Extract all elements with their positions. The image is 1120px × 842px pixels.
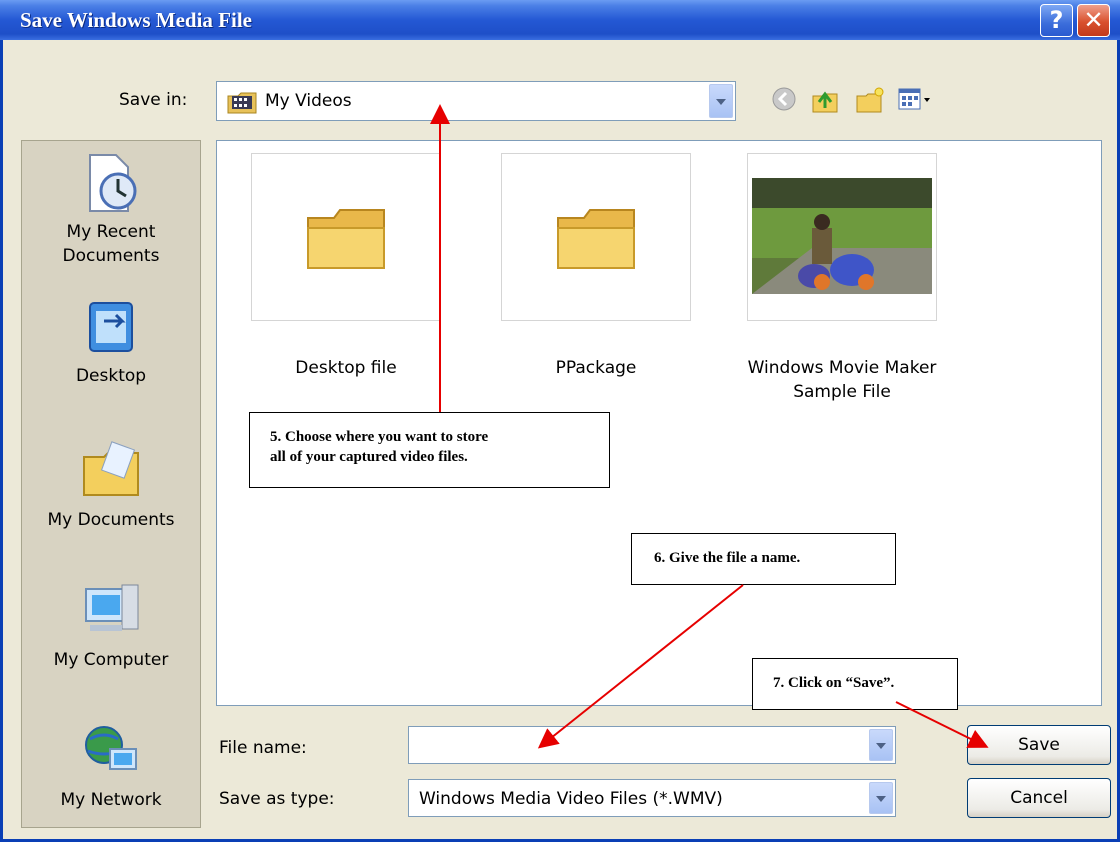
help-button[interactable]: ? xyxy=(1040,4,1073,37)
callout-step-5: 5. Choose where you want to store all of… xyxy=(249,412,610,488)
place-my-network[interactable]: My Network xyxy=(22,721,200,812)
save-as-type-label: Save as type: xyxy=(219,789,335,809)
save-button[interactable]: Save xyxy=(967,725,1111,765)
file-label-ppackage: PPackage xyxy=(555,358,637,378)
folder-item-ppackage[interactable] xyxy=(501,153,691,321)
recent-documents-icon xyxy=(78,154,144,220)
my-computer-icon xyxy=(78,584,144,648)
save-as-type-value: Windows Media Video Files (*.WMV) xyxy=(419,789,723,809)
back-icon[interactable] xyxy=(771,86,797,116)
place-my-computer[interactable]: My Computer xyxy=(22,581,200,672)
save-dialog: Save Windows Media File ? ✕ Save in: My … xyxy=(0,0,1120,842)
chevron-down-icon[interactable] xyxy=(709,84,733,118)
my-documents-icon xyxy=(78,441,144,508)
folder-item-desktop-file[interactable] xyxy=(251,153,441,321)
place-recent-documents[interactable]: My Recent Documents xyxy=(22,151,200,268)
chevron-down-icon[interactable] xyxy=(869,729,893,761)
place-label-recent: My Recent Documents xyxy=(62,222,160,266)
callout-step-7: 7. Click on “Save”. xyxy=(752,658,958,710)
file-label-sample-file: Windows Movie Maker Sample File xyxy=(747,358,937,402)
place-label-my-network: My Network xyxy=(60,790,162,810)
video-item-sample-file[interactable] xyxy=(747,153,937,321)
file-name-input[interactable] xyxy=(408,726,896,764)
title-bar[interactable]: Save Windows Media File ? ✕ xyxy=(0,0,1120,40)
file-label-desktop-file: Desktop file xyxy=(295,358,397,378)
place-label-my-documents: My Documents xyxy=(47,510,175,530)
video-thumbnail xyxy=(752,178,932,298)
save-in-label: Save in: xyxy=(119,90,188,110)
folder-icon xyxy=(554,204,640,278)
place-label-my-computer: My Computer xyxy=(53,650,169,670)
file-name-label: File name: xyxy=(219,738,307,758)
window-title: Save Windows Media File xyxy=(20,8,252,32)
place-desktop[interactable]: Desktop xyxy=(22,299,200,388)
save-in-value: My Videos xyxy=(265,91,352,111)
save-in-dropdown[interactable]: My Videos xyxy=(216,81,736,121)
place-label-desktop: Desktop xyxy=(75,366,147,386)
callout-step-6: 6. Give the file a name. xyxy=(631,533,896,585)
my-network-icon xyxy=(78,726,144,788)
view-menu-icon[interactable] xyxy=(897,86,933,116)
folder-icon xyxy=(304,204,390,278)
cancel-button[interactable]: Cancel xyxy=(967,778,1111,818)
places-bar: My Recent Documents Desktop My Documents… xyxy=(21,140,201,828)
desktop-icon xyxy=(78,302,144,364)
chevron-down-icon[interactable] xyxy=(869,782,893,814)
save-as-type-dropdown[interactable]: Windows Media Video Files (*.WMV) xyxy=(408,779,896,817)
my-videos-icon xyxy=(227,90,257,118)
place-my-documents[interactable]: My Documents xyxy=(22,441,200,532)
up-folder-icon[interactable] xyxy=(811,86,839,118)
close-button[interactable]: ✕ xyxy=(1077,4,1110,37)
new-folder-icon[interactable] xyxy=(855,86,885,118)
